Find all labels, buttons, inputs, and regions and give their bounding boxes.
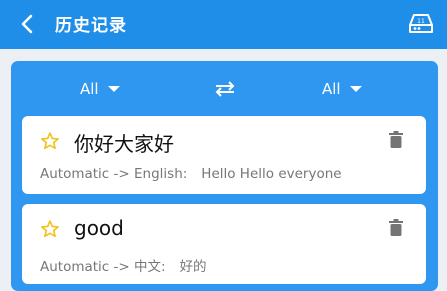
source-language-dropdown[interactable]: All bbox=[80, 78, 120, 100]
trash-icon[interactable] bbox=[388, 219, 404, 237]
translation-result: Hello Hello everyone bbox=[201, 166, 342, 182]
swap-arrows-icon bbox=[215, 81, 235, 97]
source-text: good bbox=[74, 216, 124, 240]
trash-icon[interactable] bbox=[388, 131, 404, 149]
chevron-down-icon bbox=[349, 86, 362, 92]
source-text: 你好大家好 bbox=[74, 132, 174, 156]
chevron-down-icon bbox=[107, 86, 120, 92]
translation-result: 好的 bbox=[179, 259, 207, 275]
target-language-label: All bbox=[322, 80, 341, 98]
back-button[interactable] bbox=[14, 10, 40, 38]
storage-drive-icon: 11 bbox=[409, 14, 433, 33]
app-bar: 历史记录 11 bbox=[0, 0, 447, 49]
star-outline-icon[interactable] bbox=[40, 131, 60, 151]
history-item[interactable]: 你好大家好 Automatic -> English: Hello Hello e… bbox=[22, 116, 426, 194]
translation-direction: Automatic -> 中文: bbox=[40, 259, 166, 275]
storage-button[interactable]: 11 bbox=[405, 9, 437, 39]
translation-direction: Automatic -> English: bbox=[40, 166, 188, 182]
translation-meta: Automatic -> 中文: 好的 bbox=[40, 255, 207, 275]
translation-meta: Automatic -> English: Hello Hello everyon… bbox=[40, 166, 342, 182]
star-outline-icon[interactable] bbox=[40, 219, 60, 239]
page-title: 历史记录 bbox=[55, 16, 127, 36]
swap-languages-button[interactable] bbox=[213, 78, 237, 100]
target-language-dropdown[interactable]: All bbox=[322, 78, 362, 100]
chevron-left-icon bbox=[21, 14, 33, 34]
history-item[interactable]: good Automatic -> 中文: 好的 bbox=[22, 204, 426, 284]
svg-text:11: 11 bbox=[417, 18, 425, 25]
source-language-label: All bbox=[80, 80, 99, 98]
